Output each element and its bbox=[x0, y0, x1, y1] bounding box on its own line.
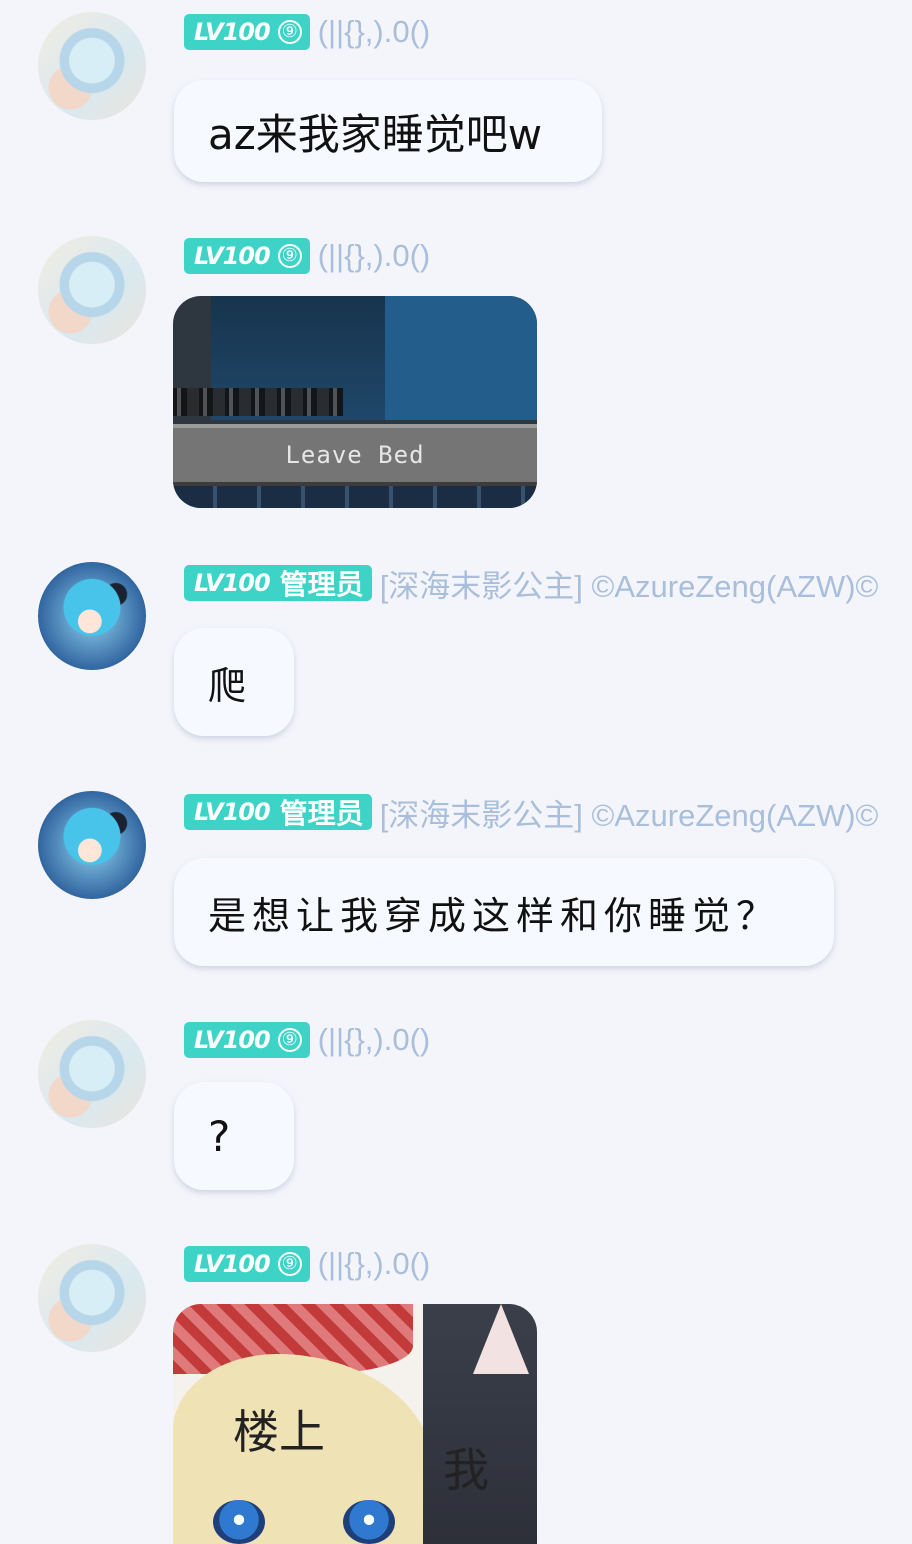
message-bubble[interactable]: 是想让我穿成这样和你睡觉？ bbox=[174, 858, 834, 966]
leave-bed-label: Leave Bed bbox=[173, 424, 537, 486]
avatar[interactable] bbox=[38, 791, 146, 899]
admin-role-label: 管理员 bbox=[279, 568, 364, 601]
level-badge: LV100 ⑨ bbox=[184, 1246, 310, 1282]
sender-meta: LV100 ⑨ (||{},).0() bbox=[184, 13, 430, 51]
rank-badge-icon: ⑨ bbox=[277, 1252, 302, 1276]
sender-name[interactable]: (||{},).0() bbox=[318, 1246, 431, 1282]
sender-meta: LV100 管理员 [深海末影公主] ©AzureZeng(AZW)© bbox=[184, 793, 878, 833]
message-bubble[interactable]: az来我家睡觉吧w bbox=[174, 80, 602, 182]
level-badge: LV100 管理员 bbox=[184, 565, 372, 601]
avatar[interactable] bbox=[38, 1244, 146, 1352]
image-message[interactable]: Leave Bed bbox=[173, 296, 537, 508]
rank-badge-icon: ⑨ bbox=[277, 244, 302, 268]
minecraft-screenshot-image: Leave Bed bbox=[173, 296, 537, 508]
level-badge: LV100 ⑨ bbox=[184, 14, 310, 50]
level-badge: LV100 ⑨ bbox=[184, 238, 310, 274]
hotbar bbox=[173, 486, 537, 508]
sender-name[interactable]: (||{},).0() bbox=[318, 1022, 431, 1058]
message-text: 爬 bbox=[208, 663, 253, 708]
sender-meta: LV100 管理员 [深海末影公主] ©AzureZeng(AZW)© bbox=[184, 564, 878, 604]
message-text: ? bbox=[208, 1111, 231, 1161]
admin-role-label: 管理员 bbox=[279, 797, 364, 830]
sender-name[interactable]: (||{},).0() bbox=[318, 238, 431, 274]
avatar[interactable] bbox=[38, 12, 146, 120]
avatar[interactable] bbox=[38, 562, 146, 670]
sender-name[interactable]: [深海末影公主] ©AzureZeng(AZW)© bbox=[380, 790, 879, 835]
level-badge: LV100 管理员 bbox=[184, 794, 372, 830]
message-text: az来我家睡觉吧w bbox=[208, 109, 543, 159]
sender-name[interactable]: [深海末影公主] ©AzureZeng(AZW)© bbox=[380, 561, 879, 606]
avatar[interactable] bbox=[38, 1020, 146, 1128]
sender-name[interactable]: (||{},).0() bbox=[318, 14, 431, 50]
message-bubble[interactable]: 爬 bbox=[174, 628, 294, 736]
sender-meta: LV100 ⑨ (||{},).0() bbox=[184, 1021, 430, 1059]
image-message[interactable]: 楼上 我 bbox=[173, 1304, 537, 1544]
meme-label-me: 我 bbox=[443, 1443, 489, 1497]
sender-meta: LV100 ⑨ (||{},).0() bbox=[184, 1245, 430, 1283]
meme-label-upstairs: 楼上 bbox=[233, 1405, 325, 1459]
message-text: 是想让我穿成这样和你睡觉？ bbox=[208, 893, 781, 938]
rank-badge-icon: ⑨ bbox=[277, 20, 302, 44]
anime-meme-image: 楼上 我 bbox=[173, 1304, 537, 1544]
rank-badge-icon: ⑨ bbox=[277, 1028, 302, 1052]
hearts-icon bbox=[173, 388, 343, 416]
message-bubble[interactable]: ? bbox=[174, 1082, 294, 1190]
level-badge: LV100 ⑨ bbox=[184, 1022, 310, 1058]
sender-meta: LV100 ⑨ (||{},).0() bbox=[184, 237, 430, 275]
avatar[interactable] bbox=[38, 236, 146, 344]
